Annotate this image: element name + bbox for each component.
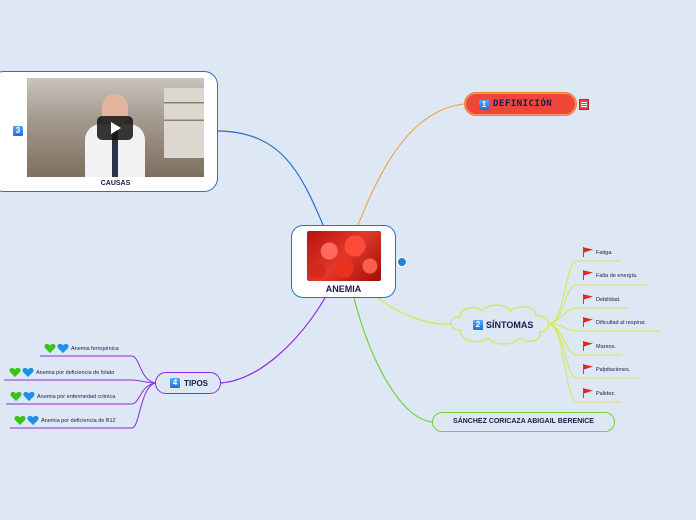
topic-definicion-label: DEFINICIÓN [493,99,553,109]
topic-definicion[interactable]: 1 DEFINICIÓN [464,92,577,116]
topic-author-label: SÁNCHEZ CORICAZA ABIGAIL BERENICE [453,418,594,425]
connector-definicion [357,103,465,226]
connector-author [353,297,433,423]
tipo-label: Anemia por enfermedad crónica [37,394,116,400]
symptom-label: Dificultad al respirar. [596,320,646,326]
central-topic-anemia[interactable]: ANEMIA [291,225,396,298]
topic-sintomas-label: SÍNTOMAS [486,320,534,330]
tipo-label: Anemia por deficiencia de folato [36,370,115,376]
red-flag-icon [583,388,593,398]
connector-tipos [220,297,326,384]
red-blood-cells-image [307,231,381,281]
red-flag-icon [583,317,593,327]
green-blue-hearts-icon [14,415,39,425]
number-badge-icon: 4 [170,378,180,388]
background-shelf [164,88,204,158]
red-flag-icon [583,270,593,280]
green-blue-hearts-icon [9,367,34,377]
red-flag-icon [583,247,593,257]
red-flag-icon [583,341,593,351]
red-flag-icon [583,294,593,304]
connector-sintomas [377,297,453,325]
topic-author[interactable]: SÁNCHEZ CORICAZA ABIGAIL BERENICE [432,412,615,432]
symptom-label: Palpitaciones. [596,367,631,373]
symptom-label: Palidez. [596,391,616,397]
topic-tipos-label: TIPOS [184,379,209,388]
connector-causas [217,130,324,226]
topic-causas-label: CAUSAS [100,180,131,187]
note-icon[interactable] [579,99,589,110]
symptom-label: Fatiga. [596,250,613,256]
central-topic-label: ANEMIA [325,284,362,294]
green-blue-hearts-icon [44,343,69,353]
green-blue-hearts-icon [10,391,35,401]
sintomas-subconnectors [549,260,660,403]
symptom-label: Falta de energía. [596,273,638,279]
number-badge-icon: 3 [13,126,23,136]
number-badge-icon: 1 [479,100,489,110]
tipo-label: Anemia ferropénica [71,346,119,352]
collapse-toggle-icon[interactable] [397,257,407,267]
play-icon[interactable] [97,116,133,140]
symptom-label: Mareos. [596,344,616,350]
red-flag-icon [583,364,593,374]
topic-causas[interactable]: CAUSAS [0,71,218,192]
symptom-label: Debilidad. [596,297,621,303]
tipo-label: Anemia por deficiencia de B12 [41,418,116,424]
video-thumbnail[interactable] [27,78,204,177]
topic-tipos[interactable]: 4 TIPOS [155,372,221,394]
number-badge-icon: 2 [473,320,483,330]
